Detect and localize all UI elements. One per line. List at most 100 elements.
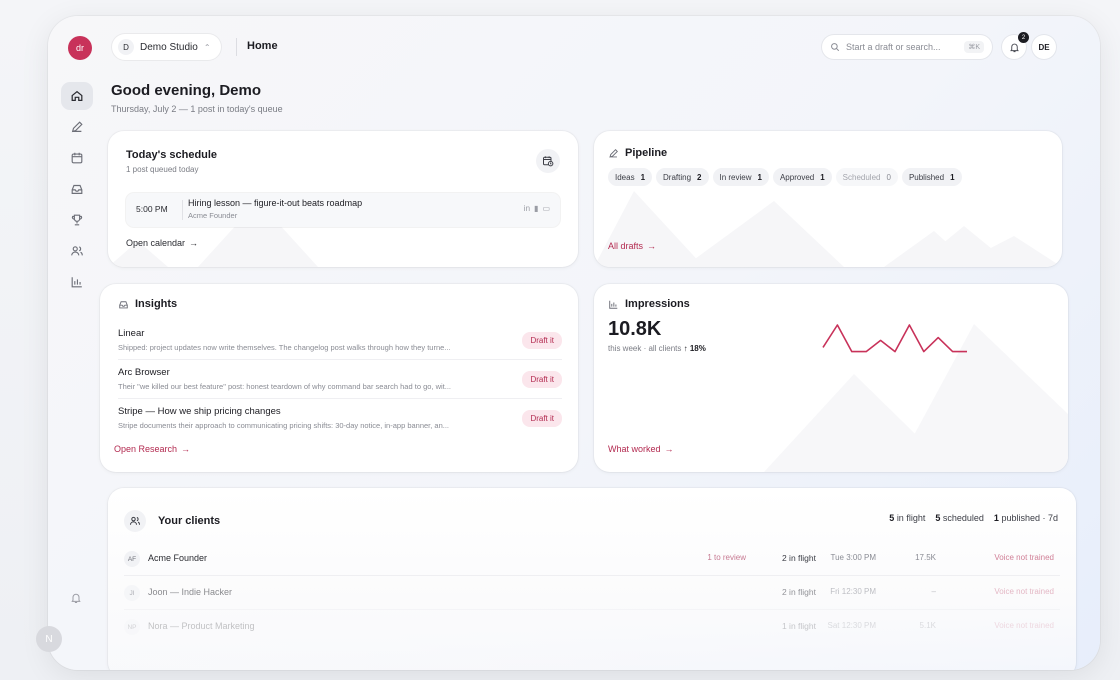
draft-it-button[interactable]: Draft it <box>522 332 562 349</box>
stage-ideas[interactable]: Ideas 1 <box>608 168 653 186</box>
stage-label: Drafting <box>663 172 692 182</box>
insight-name: Arc Browser <box>118 367 170 378</box>
sidebar-item-compose[interactable] <box>61 113 93 141</box>
sidebar: dr <box>48 16 104 670</box>
client-voice-status[interactable]: Voice not trained <box>994 621 1054 630</box>
insights-card: Insights Linear Shipped: project updates… <box>100 284 578 472</box>
client-row[interactable]: AF Acme Founder 1 to review 2 in flight … <box>124 542 1060 576</box>
insight-name: Linear <box>118 328 145 339</box>
stat-value: 5 <box>889 513 895 523</box>
stage-in-review[interactable]: In review 1 <box>712 168 769 186</box>
greeting-title: Good evening, Demo <box>111 82 262 99</box>
stage-approved[interactable]: Approved 1 <box>772 168 832 186</box>
sidebar-item-analytics[interactable] <box>61 268 93 296</box>
linkedin-icon: in <box>523 204 531 213</box>
stat-label: published · 7d <box>1001 513 1058 523</box>
stat-scheduled: 5 scheduled <box>935 513 984 523</box>
all-drafts-label: All drafts <box>608 241 644 251</box>
stage-drafting[interactable]: Drafting 2 <box>656 168 709 186</box>
clients-header: Your clients <box>124 510 220 532</box>
user-avatar[interactable]: DE <box>1032 35 1056 59</box>
insight-item[interactable]: Stripe — How we ship pricing changes Str… <box>118 402 562 438</box>
comment-icon: ▭ <box>542 204 550 213</box>
impressions-sparkline <box>822 324 967 353</box>
chart-icon <box>609 300 618 309</box>
sidebar-item-home[interactable] <box>61 82 93 110</box>
open-research-label: Open Research <box>114 444 178 454</box>
open-research-link[interactable]: Open Research → <box>114 444 190 454</box>
studio-switcher[interactable]: D Demo Studio ⌃ <box>112 34 221 60</box>
what-worked-label: What worked <box>608 444 661 454</box>
app-logo[interactable]: dr <box>68 36 92 60</box>
impressions-header: Impressions <box>608 298 690 310</box>
client-voice-status[interactable]: Voice not trained <box>994 553 1054 562</box>
stat-value: 5 <box>935 513 941 523</box>
calendar-clock-icon <box>543 156 554 167</box>
sidebar-user-avatar[interactable]: N <box>36 626 62 652</box>
stage-label: Published <box>908 172 945 182</box>
calendar-add-button[interactable] <box>536 149 560 173</box>
arrow-right-icon: → <box>189 238 199 248</box>
pen-icon <box>609 148 618 158</box>
sidebar-item-inbox[interactable] <box>61 175 93 203</box>
users-icon <box>124 510 146 532</box>
sidebar-item-wins[interactable] <box>61 206 93 234</box>
client-name: Nora — Product Marketing <box>148 621 255 631</box>
client-row[interactable]: NP Nora — Product Marketing 1 in flight … <box>124 610 1060 644</box>
arrow-right-icon: → <box>647 241 657 251</box>
client-voice-status[interactable]: Voice not trained <box>994 587 1054 596</box>
all-drafts-link[interactable]: All drafts → <box>608 241 656 251</box>
schedule-title: Today's schedule <box>126 149 218 161</box>
client-name: Acme Founder <box>148 553 208 563</box>
open-calendar-label: Open calendar <box>126 238 186 248</box>
search-icon <box>831 43 840 52</box>
stage-published[interactable]: Published 1 <box>901 168 962 186</box>
time-divider <box>182 200 183 220</box>
trophy-icon <box>71 214 83 226</box>
calendar-icon <box>71 152 83 164</box>
search-placeholder: Start a draft or search... <box>846 42 941 52</box>
scheduled-post[interactable]: 5:00 PM Hiring lesson — figure-it-out be… <box>126 193 560 227</box>
sidebar-item-calendar[interactable] <box>61 144 93 172</box>
chevron-updown-icon: ⌃ <box>203 42 211 52</box>
impressions-subtitle: this week · all clients ↑ 18% <box>608 344 706 353</box>
stage-label: Approved <box>779 172 815 182</box>
pipeline-title: Pipeline <box>625 147 668 159</box>
client-review-count[interactable]: 1 to review <box>707 553 746 562</box>
chart-icon: ▮ <box>534 204 539 213</box>
stage-count: 1 <box>820 172 825 182</box>
notifications-button[interactable]: 2 <box>1002 32 1029 59</box>
stage-label: In review <box>719 172 752 182</box>
schedule-subtitle: 1 post queued today <box>126 165 199 174</box>
draft-it-button[interactable]: Draft it <box>522 371 562 388</box>
sidebar-notifications[interactable] <box>48 592 104 610</box>
studio-avatar: D <box>118 39 134 55</box>
client-name: Joon — Indie Hacker <box>148 587 233 597</box>
home-icon <box>71 90 83 101</box>
inbox-icon <box>71 184 83 194</box>
what-worked-link[interactable]: What worked → <box>608 444 674 454</box>
notification-badge: 2 <box>1018 32 1029 43</box>
search-shortcut: ⌘K <box>964 41 984 53</box>
stat-in-flight: 5 in flight <box>889 513 925 523</box>
client-next-post: Sat 12:30 PM <box>827 621 876 630</box>
search-input[interactable]: Start a draft or search... ⌘K <box>822 35 992 59</box>
insight-item[interactable]: Arc Browser Their "we killed our best fe… <box>118 363 562 399</box>
stat-value: 1 <box>993 513 999 523</box>
clients-card: Your clients 5 in flight 5 scheduled 1 p… <box>108 488 1076 670</box>
impressions-delta: ↑ 18% <box>683 344 706 353</box>
open-calendar-link[interactable]: Open calendar → <box>126 238 198 248</box>
pipeline-stages: Ideas 1 Drafting 2 In review 1 Approved 1 Sc… <box>608 168 962 186</box>
stage-scheduled[interactable]: Scheduled 0 <box>835 168 898 186</box>
users-icon <box>71 246 83 256</box>
impressions-card: Impressions 10.8K this week · all client… <box>594 284 1068 472</box>
client-row[interactable]: JI Joon — Indie Hacker 2 in flight Fri 1… <box>124 576 1060 610</box>
greeting-subtitle: Thursday, July 2 — 1 post in today's que… <box>111 104 283 114</box>
insight-name: Stripe — How we ship pricing changes <box>118 406 281 417</box>
insight-item[interactable]: Linear Shipped: project updates now writ… <box>118 324 562 360</box>
post-time: 5:00 PM <box>136 204 168 214</box>
sidebar-item-clients[interactable] <box>61 237 93 265</box>
chart-icon <box>71 277 82 288</box>
draft-it-button[interactable]: Draft it <box>522 410 562 427</box>
client-next-post: Fri 12:30 PM <box>830 587 876 596</box>
